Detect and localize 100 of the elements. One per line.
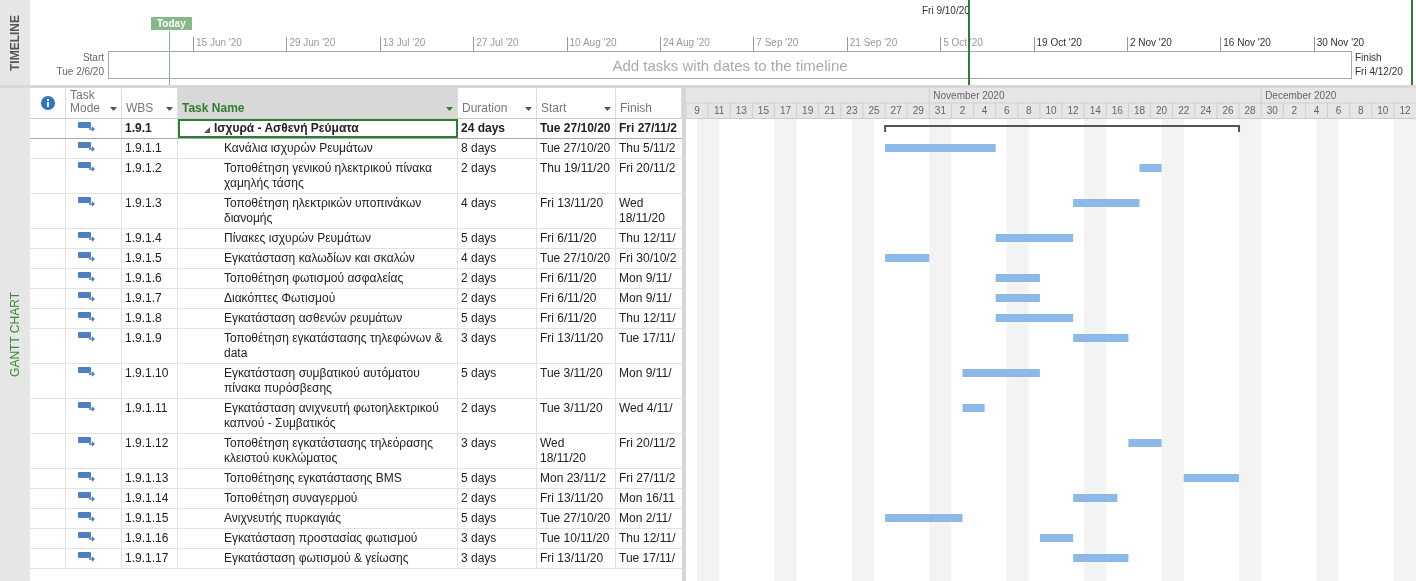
- duration-cell-text: 8 days: [461, 141, 498, 156]
- wbs-cell-text: 1.9.1.13: [125, 471, 170, 486]
- timeline-placeholder: Add tasks with dates to the timeline: [612, 56, 848, 74]
- day-label: 9: [694, 105, 700, 116]
- task-bar[interactable]: [885, 514, 963, 522]
- task-bar[interactable]: [885, 254, 930, 262]
- task-mode-icon: [78, 512, 95, 522]
- month-label: November 2020: [933, 90, 1005, 101]
- day-label: 30: [1266, 105, 1278, 116]
- task-bar[interactable]: [1073, 494, 1118, 502]
- day-label: 20: [1156, 105, 1168, 116]
- day-label: 22: [1178, 105, 1190, 116]
- start-cell-text: Thu 19/11/20: [540, 161, 611, 176]
- task-bar[interactable]: [1073, 554, 1129, 562]
- task-bar[interactable]: [995, 234, 1074, 242]
- task-bar[interactable]: [1039, 534, 1074, 542]
- finish-cell-text: Fri 27/11/2: [619, 471, 677, 486]
- day-label: 8: [1026, 105, 1032, 116]
- wbs-cell-text: 1.9.1.1: [125, 141, 163, 156]
- collapse-icon[interactable]: [204, 127, 210, 133]
- finish-cell-text: Mon 16/11: [619, 491, 676, 506]
- task-bar[interactable]: [995, 274, 1040, 282]
- day-label: 2: [959, 105, 966, 116]
- column-header[interactable]: Task Name: [182, 101, 245, 115]
- task-mode-icon: [78, 437, 95, 447]
- caret-icon[interactable]: [525, 107, 532, 111]
- wbs-cell-text: 1.9.1.5: [125, 251, 163, 266]
- task-name: Ανιχνευτής πυρκαγιάς: [224, 511, 342, 526]
- task-name: Τοποθέτηση ηλεκτρικών υποπινάκων διανομής: [224, 196, 423, 226]
- column-header[interactable]: Task Mode: [70, 89, 100, 115]
- task-bar[interactable]: [1139, 164, 1162, 172]
- view-label[interactable]: GANTT CHART: [8, 292, 22, 377]
- task-mode-icon: [78, 367, 95, 377]
- task-bar[interactable]: [1073, 334, 1129, 342]
- task-bar[interactable]: [995, 294, 1040, 302]
- task-mode-icon: [78, 332, 95, 342]
- column-header[interactable]: WBS: [126, 101, 154, 115]
- day-label: 29: [912, 105, 924, 116]
- task-name: Πίνακες ισχυρών Ρευμάτων: [224, 231, 371, 246]
- day-label: 16: [1111, 105, 1123, 116]
- start-cell-text: Fri 6/11/20: [540, 311, 598, 326]
- caret-icon[interactable]: [166, 107, 173, 111]
- task-bar[interactable]: [1073, 199, 1140, 207]
- duration-cell-text: 5 days: [461, 471, 498, 486]
- task-bar[interactable]: [995, 314, 1074, 322]
- finish-cell-text: Fri 27/11/2: [619, 121, 679, 136]
- column-header[interactable]: Start: [541, 101, 567, 115]
- task-name: Τοποθέτηση εγκατάστασης τηλεφώνων & data: [224, 331, 444, 361]
- task-name: Εγκατάσταση ανιχνευτή φωτοηλεκτρικού καπνού - Συμβατικός: [224, 401, 440, 431]
- duration-cell-text: 2 days: [461, 291, 498, 306]
- wbs-cell-text: 1.9.1.4: [125, 231, 163, 246]
- task-bar[interactable]: [1128, 439, 1162, 447]
- day-label: 17: [780, 105, 792, 116]
- caret-icon[interactable]: [446, 107, 453, 111]
- day-label: 18: [1133, 105, 1146, 116]
- task-mode-icon: [78, 552, 95, 562]
- column-header[interactable]: Finish: [620, 101, 652, 115]
- task-mode-icon: [78, 532, 95, 542]
- wbs-cell-text: 1.9.1.7: [125, 291, 163, 306]
- task-mode-icon: [78, 252, 95, 262]
- finish-cell-text: Fri 30/10/2: [619, 251, 678, 266]
- finish-label: Finish: [1355, 51, 1383, 65]
- task-mode-icon: [78, 402, 95, 412]
- timeline-bar[interactable]: Add tasks with dates to the timeline: [108, 51, 1352, 79]
- day-label: 6: [1004, 105, 1010, 116]
- start-cell-text: Tue 3/11/20: [540, 401, 604, 416]
- duration-cell-text: 5 days: [461, 231, 498, 246]
- start-cell-text: Mon 23/11/2: [540, 471, 607, 486]
- duration-cell-text: 3 days: [461, 436, 498, 451]
- timeline-label: TIMELINE: [8, 14, 22, 71]
- task-mode-icon: [78, 312, 95, 322]
- wbs-cell-text: 1.9.1.10: [125, 366, 170, 381]
- task-mode-icon: [78, 272, 95, 282]
- task-name: Τοποθέτηση γενικού ηλεκτρικού πίνακα χαμηλής τάσης: [224, 161, 433, 191]
- day-label: 12: [1067, 105, 1079, 116]
- task-name: Εγκατάσταση προστασίας φωτισμού: [224, 531, 418, 546]
- finish-cell-text: Wed 18/11/20: [619, 196, 666, 226]
- caret-icon[interactable]: [604, 107, 611, 111]
- finish-cell-text: Mon 9/11/: [619, 271, 673, 286]
- info-icon: [40, 96, 55, 110]
- start-cell-text: Fri 13/11/20: [540, 331, 605, 346]
- task-bar[interactable]: [962, 369, 1040, 377]
- task-bar[interactable]: [1183, 474, 1240, 482]
- wbs-cell-text: 1.9.1.12: [125, 436, 170, 451]
- summary-bar[interactable]: [884, 125, 1241, 133]
- finish-cell-text: Thu 12/11/: [619, 311, 677, 326]
- duration-cell-text: 2 days: [461, 161, 498, 176]
- caret-icon[interactable]: [110, 107, 117, 111]
- column-header[interactable]: Duration: [462, 101, 508, 115]
- task-mode-icon: [78, 197, 95, 207]
- task-bar[interactable]: [962, 404, 985, 412]
- day-label: 26: [1222, 105, 1234, 116]
- wbs-cell-text: 1.9.1.6: [125, 271, 163, 286]
- day-label: 4: [981, 105, 988, 116]
- task-mode-icon: [78, 162, 95, 172]
- wbs-cell-text: 1.9.1.16: [125, 531, 170, 546]
- task-name: Εγκατάσταση φωτισμού & γείωσης: [224, 551, 409, 566]
- duration-cell-text: 4 days: [461, 196, 498, 211]
- task-bar[interactable]: [885, 144, 996, 152]
- duration-cell-text: 3 days: [461, 331, 498, 346]
